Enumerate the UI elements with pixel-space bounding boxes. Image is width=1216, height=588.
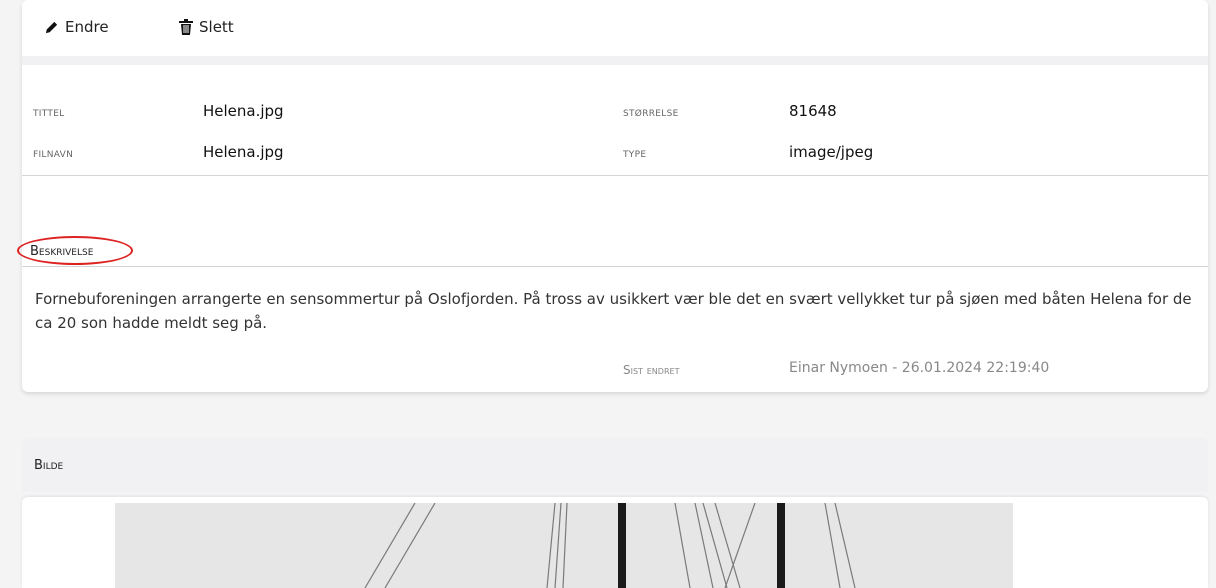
delete-button[interactable]: Slett (179, 18, 234, 36)
filename-value: Helena.jpg (203, 143, 284, 161)
description-text: Fornebuforeningen arrangerte en sensomme… (35, 290, 1192, 332)
last-modified-value: Einar Nymoen - 26.01.2024 22:19:40 (789, 360, 1050, 376)
delete-label: Slett (199, 18, 234, 36)
pencil-icon (44, 20, 59, 35)
toolbar-divider (22, 56, 1208, 65)
boat-photo (115, 503, 1013, 588)
image-section-heading: Bilde (34, 458, 64, 473)
type-label: Type (623, 146, 647, 161)
trash-icon (179, 19, 193, 35)
title-label: Tittel (33, 105, 65, 120)
size-label: Størrelse (623, 105, 679, 120)
type-value: image/jpeg (789, 143, 874, 161)
edit-label: Endre (65, 18, 109, 36)
file-details-card: Endre Slett Tittel Helena.jpg Filnavn He… (17, 0, 1208, 392)
edit-button[interactable]: Endre (44, 18, 109, 36)
filename-label: Filnavn (33, 146, 74, 161)
description-heading: Beskrivelse (30, 244, 94, 259)
image-section-header: Bilde (22, 438, 1208, 492)
last-modified-label: Sist endret (623, 363, 680, 377)
details-divider (22, 175, 1208, 176)
size-value: 81648 (789, 102, 837, 120)
description-divider (22, 266, 1208, 267)
title-value: Helena.jpg (203, 102, 284, 120)
toolbar: Endre Slett (22, 0, 1208, 56)
image-card (22, 497, 1208, 588)
